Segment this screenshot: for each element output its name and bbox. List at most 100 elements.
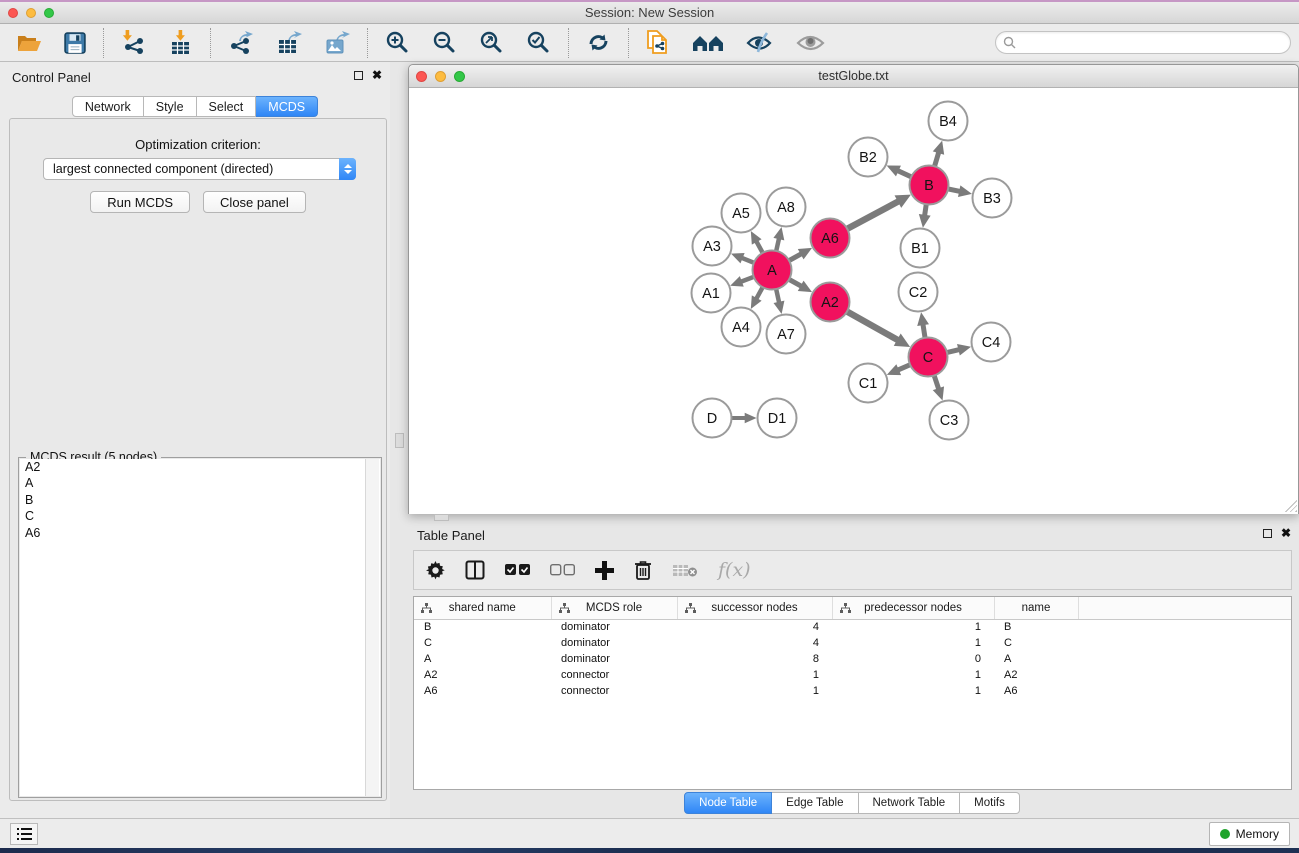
zoom-in-button[interactable] [381,28,414,57]
save-session-button[interactable] [60,30,90,56]
float-table-panel-icon[interactable] [1263,529,1272,538]
table-cell[interactable]: A [414,651,551,667]
table-cell[interactable]: A6 [994,683,1078,699]
export-table-button[interactable] [272,28,306,57]
column-header-shared-name[interactable]: shared name [414,597,551,619]
close-panel-button[interactable]: Close panel [203,191,306,213]
close-table-panel-icon[interactable]: ✖ [1281,528,1291,538]
resize-grip-icon[interactable] [1285,500,1297,512]
function-builder-button[interactable]: f(x) [718,559,751,581]
tab-node-table[interactable]: Node Table [684,792,772,814]
vertical-split-handle[interactable] [395,433,404,448]
mcds-result-item[interactable]: A2 [20,459,380,476]
table-cell[interactable]: 1 [832,619,994,635]
zoom-fit-icon [479,30,504,55]
criterion-dropdown[interactable]: largest connected component (directed) [43,158,356,180]
table-row[interactable]: A6connector11A6 [414,683,1291,699]
show-eye-button[interactable] [792,31,829,55]
close-panel-icon[interactable]: ✖ [372,70,382,80]
table-row[interactable]: A2connector11A2 [414,667,1291,683]
zoom-selected-button[interactable] [522,28,555,57]
table-cell[interactable]: 1 [677,683,832,699]
table-cell[interactable]: 4 [677,635,832,651]
mcds-result-item[interactable]: A [20,476,380,493]
graph-node-label: A3 [703,239,721,255]
table-settings-button[interactable] [426,561,445,580]
mcds-result-item[interactable]: A6 [20,525,380,542]
mcds-result-item[interactable]: C [20,509,380,526]
table-cell[interactable]: 4 [677,619,832,635]
deselect-all-rows-button[interactable] [550,564,575,576]
delete-table-button[interactable] [672,563,698,578]
mcds-result-item[interactable]: B [20,492,380,509]
import-network-icon [121,30,146,55]
graph-edge-arrowhead [933,141,944,155]
zoom-out-button[interactable] [428,28,461,57]
table-cell[interactable]: dominator [551,619,677,635]
optimization-criterion-label: Optimization criterion: [10,137,386,152]
table-cell[interactable]: B [994,619,1078,635]
clone-network-button[interactable] [642,27,674,58]
export-image-button[interactable] [320,28,354,57]
show-column-panel-button[interactable] [465,560,485,580]
refresh-button[interactable] [582,29,615,56]
graph-edge-arrowhead [917,312,929,326]
tab-network[interactable]: Network [72,96,144,117]
export-network-button[interactable] [224,28,258,57]
hide-details-button[interactable] [742,29,778,56]
network-canvas[interactable]: AA1A2A3A4A5A6A7A8BB1B2B3B4CC1C2C3C4DD1 [409,88,1298,514]
import-table-button[interactable] [164,28,197,57]
table-cell[interactable]: 1 [832,683,994,699]
table-cell[interactable]: A6 [414,683,551,699]
column-header-predecessor-nodes[interactable]: predecessor nodes [832,597,994,619]
column-header-successor-nodes[interactable]: successor nodes [677,597,832,619]
table-cell[interactable]: C [994,635,1078,651]
columns-icon [465,560,485,580]
column-header-name[interactable]: name [994,597,1078,619]
tab-mcds[interactable]: MCDS [256,96,318,117]
table-row[interactable]: Adominator80A [414,651,1291,667]
toolbar-separator [210,28,211,58]
table-cell[interactable]: dominator [551,635,677,651]
table-row[interactable]: Cdominator41C [414,635,1291,651]
home-button[interactable] [688,30,728,56]
table-cell[interactable]: dominator [551,651,677,667]
column-header-mcds-role[interactable]: MCDS role [551,597,677,619]
table-panel: Table Panel ✖ [405,520,1299,818]
tab-select[interactable]: Select [197,96,257,117]
table-cell[interactable]: C [414,635,551,651]
table-cell[interactable]: 0 [832,651,994,667]
graph-node-label: A6 [821,231,839,247]
table-cell[interactable]: A [994,651,1078,667]
node-table: shared nameMCDS rolesuccessor nodesprede… [414,597,1291,699]
result-list-scrollbar[interactable] [365,459,379,796]
tab-edge-table[interactable]: Edge Table [772,792,858,814]
plus-icon [595,561,614,580]
table-cell[interactable]: connector [551,683,677,699]
table-cell[interactable]: connector [551,667,677,683]
open-session-button[interactable] [12,30,46,56]
delete-column-button[interactable] [634,560,652,580]
table-cell[interactable]: A2 [994,667,1078,683]
float-panel-icon[interactable] [354,71,363,80]
tab-motifs[interactable]: Motifs [960,792,1020,814]
select-all-rows-button[interactable] [505,564,530,576]
table-row[interactable]: Bdominator41B [414,619,1291,635]
table-cell[interactable]: B [414,619,551,635]
import-network-button[interactable] [117,28,150,57]
zoom-selected-icon [526,30,551,55]
table-cell[interactable]: A2 [414,667,551,683]
memory-button[interactable]: Memory [1209,822,1290,846]
tab-network-table[interactable]: Network Table [859,792,961,814]
zoom-fit-button[interactable] [475,28,508,57]
table-cell[interactable]: 1 [832,667,994,683]
task-history-button[interactable] [10,823,38,845]
table-cell[interactable]: 1 [677,667,832,683]
run-mcds-button[interactable]: Run MCDS [90,191,190,213]
graph-edge-arrowhead [774,301,785,314]
table-cell[interactable]: 8 [677,651,832,667]
create-column-button[interactable] [595,561,614,580]
tab-style[interactable]: Style [144,96,197,117]
search-input[interactable] [1016,34,1290,52]
table-cell[interactable]: 1 [832,635,994,651]
